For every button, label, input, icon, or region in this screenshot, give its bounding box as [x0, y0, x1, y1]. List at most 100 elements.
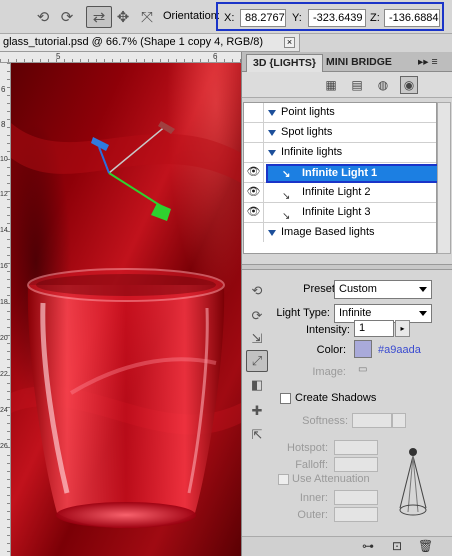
light-axis-handle[interactable] — [158, 121, 175, 134]
visibility-toggle[interactable] — [244, 143, 264, 162]
z-label: Z: — [370, 12, 380, 24]
group-label: Infinite lights — [281, 146, 343, 158]
outer-field[interactable] — [334, 507, 378, 522]
list-item-point-lights[interactable]: Point lights — [244, 103, 436, 123]
eye-icon[interactable]: 👁 — [244, 203, 264, 222]
list-item-image-based-lights[interactable]: Image Based lights — [244, 223, 436, 243]
roll-light-icon[interactable]: ⟳ — [246, 305, 268, 327]
orientation-x-field[interactable]: 88.2767 — [240, 9, 286, 27]
intensity-value: 1 — [359, 322, 366, 334]
outer-label: Outer: — [297, 509, 328, 521]
softness-field[interactable] — [352, 413, 392, 428]
new-light-icon[interactable]: ⊡ — [392, 539, 402, 553]
preset-label: Preset: — [303, 283, 338, 295]
group-label: Image Based lights — [281, 226, 375, 238]
use-attenuation-checkbox[interactable] — [278, 474, 289, 485]
hotspot-field[interactable] — [334, 440, 378, 455]
rotate-light-icon[interactable]: ⟲ — [246, 280, 268, 302]
orientation-z-field[interactable]: -136.6884 — [384, 9, 440, 27]
color-swatch[interactable] — [354, 340, 372, 358]
softness-slider-button[interactable] — [392, 413, 406, 428]
list-item-infinite-lights[interactable]: Infinite lights — [244, 143, 436, 163]
scene-icon[interactable]: ▦ — [322, 76, 340, 94]
trash-icon[interactable]: 🗑 — [418, 539, 433, 553]
rotate-3d-icon[interactable]: ⟲ — [32, 6, 54, 28]
list-scrollbar[interactable] — [437, 102, 451, 254]
list-item-infinite-light-3[interactable]: 👁 ↘ Infinite Light 3 — [244, 203, 436, 223]
folder-icon[interactable]: ▭ — [358, 364, 367, 375]
infinite-light-icon: ↘ — [282, 169, 291, 180]
ruler-number: 6 — [213, 52, 218, 61]
expand-triangle-icon[interactable] — [268, 230, 276, 236]
ruler-number: 10 — [0, 156, 8, 163]
falloff-field[interactable] — [334, 457, 378, 472]
visibility-toggle[interactable] — [244, 223, 264, 242]
slide-3d-icon[interactable]: ✥ — [112, 6, 134, 28]
expand-triangle-icon[interactable] — [268, 130, 276, 136]
create-shadows-label: Create Shadows — [295, 392, 377, 404]
eye-icon[interactable]: 👁 — [244, 163, 264, 182]
document-canvas[interactable] — [11, 63, 241, 556]
add-light-icon[interactable]: ✚ — [246, 400, 268, 422]
expand-triangle-icon[interactable] — [268, 110, 276, 116]
light-label: Infinite Light 3 — [302, 206, 371, 218]
light-origin-icon[interactable]: ◧ — [246, 374, 268, 396]
panel-menu-icon[interactable]: ▸▸ ≡ — [412, 54, 444, 72]
glass-shape[interactable] — [27, 268, 225, 528]
light-label: Infinite Light 2 — [302, 186, 371, 198]
light-axis-handle[interactable] — [151, 203, 171, 221]
inner-label: Inner: — [299, 492, 328, 504]
tab-3d-lights[interactable]: 3D {LIGHTS} — [246, 54, 324, 72]
slide-light-icon[interactable]: ⤢ — [246, 350, 268, 372]
3d-lights-panel: 3D {LIGHTS} MINI BRIDGE ▸▸ ≡ ▦ ▤ ◍ ◉ Poi… — [241, 52, 452, 556]
scale-3d-icon[interactable]: ⤧ — [136, 6, 158, 28]
spotlight-cone-icon — [399, 448, 427, 516]
roll-3d-icon[interactable]: ⟳ — [56, 6, 78, 28]
visibility-toggle[interactable] — [244, 103, 264, 122]
inner-field[interactable] — [334, 490, 378, 505]
ruler-number: 5 — [56, 52, 61, 61]
document-title: glass_tutorial.psd @ 66.7% (Shape 1 copy… — [3, 36, 264, 48]
light-move-icon[interactable]: ⇱ — [246, 424, 268, 446]
toggle-light-guides-icon[interactable]: ⊶ — [362, 539, 374, 553]
orientation-highlight: X: 88.2767 Y: -323.6439 Z: -136.6884 — [216, 2, 444, 31]
mesh-icon[interactable]: ▤ — [348, 76, 366, 94]
tab-mini-bridge[interactable]: MINI BRIDGE — [320, 54, 398, 72]
eye-icon[interactable]: 👁 — [244, 183, 264, 202]
ruler-number: 6 — [1, 85, 6, 94]
hotspot-label: Hotspot: — [287, 442, 328, 454]
create-shadows-checkbox[interactable] — [280, 393, 291, 404]
background-swoosh — [11, 123, 241, 183]
visibility-toggle[interactable] — [244, 123, 264, 142]
chevron-down-icon — [419, 287, 427, 292]
orientation-y-field[interactable]: -323.6439 — [308, 9, 366, 27]
ruler-number: 22 — [0, 371, 8, 378]
intensity-slider-button[interactable]: ▸ — [395, 320, 410, 337]
color-label: Color: — [316, 344, 346, 356]
intensity-label: Intensity: — [305, 324, 350, 336]
list-item-infinite-light-2[interactable]: 👁 ↘ Infinite Light 2 — [244, 183, 436, 203]
preset-select[interactable]: Custom — [334, 280, 432, 299]
expand-triangle-icon[interactable] — [268, 150, 276, 156]
group-label: Spot lights — [281, 126, 333, 138]
drag-3d-icon[interactable]: ⇄ — [86, 6, 112, 28]
close-icon[interactable]: × — [284, 37, 295, 48]
canvas-artwork — [11, 121, 241, 528]
list-item-spot-lights[interactable]: Spot lights — [244, 123, 436, 143]
light-label: Infinite Light 1 — [302, 167, 378, 179]
intensity-field[interactable]: 1 — [354, 320, 394, 337]
light-type-label: Light Type: — [276, 307, 330, 319]
lights-icon[interactable]: ◉ — [400, 76, 418, 94]
document-tab[interactable]: glass_tutorial.psd @ 66.7% (Shape 1 copy… — [0, 34, 300, 52]
softness-label: Softness: — [302, 415, 348, 427]
drag-light-icon[interactable]: ⇲ — [246, 328, 268, 350]
selected-light-highlight: ↘ Infinite Light 1 — [266, 164, 440, 183]
options-bar: ⟲ ⟳ ⇄ ✥ ⤧ Orientation: X: 88.2767 Y: -32… — [0, 0, 452, 34]
panel-splitter[interactable] — [242, 264, 452, 270]
falloff-label: Falloff: — [295, 459, 328, 471]
materials-icon[interactable]: ◍ — [374, 76, 392, 94]
list-item-infinite-light-1[interactable]: 👁 ↘ Infinite Light 1 — [244, 163, 440, 183]
group-label: Point lights — [281, 106, 335, 118]
ruler-number: 24 — [0, 407, 8, 414]
panel-tab-bar: 3D {LIGHTS} MINI BRIDGE ▸▸ ≡ — [242, 52, 452, 72]
